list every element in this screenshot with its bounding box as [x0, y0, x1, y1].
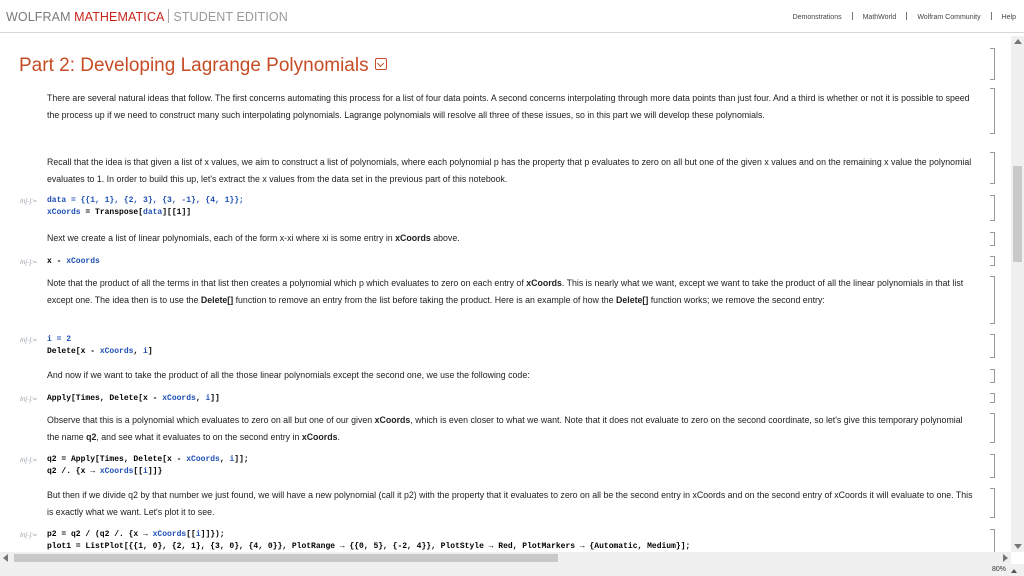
brand-logo: WOLFRAM MATHEMATICA STUDENT EDITION — [6, 9, 288, 24]
cell-bracket[interactable] — [990, 413, 995, 443]
brand-wolfram: WOLFRAM — [6, 10, 71, 24]
cell-bracket[interactable] — [990, 195, 995, 221]
input-cell-delete[interactable]: i = 2 Delete[x - xCoords, i] — [47, 334, 153, 358]
link-divider — [990, 12, 992, 20]
input-label: In[-]:= — [20, 457, 37, 464]
cell-bracket[interactable] — [990, 334, 995, 358]
text-cell-recall[interactable]: Recall that the idea is that given a lis… — [47, 154, 977, 188]
scroll-right-icon[interactable] — [1003, 554, 1008, 562]
link-help[interactable]: Help — [1002, 14, 1016, 21]
input-label: In[-]:= — [20, 337, 37, 344]
input-label: In[-]:= — [20, 532, 37, 539]
input-label: In[-]:= — [20, 396, 37, 403]
cell-bracket[interactable] — [990, 48, 995, 80]
section-title: Part 2: Developing Lagrange Polynomials — [19, 55, 387, 77]
cell-bracket[interactable] — [990, 393, 995, 403]
text-cell-now[interactable]: And now if we want to take the product o… — [47, 367, 977, 384]
input-cell-plot[interactable]: p2 = q2 / (q2 /. {x → xCoords[[i]]}); pl… — [47, 529, 690, 552]
scroll-down-icon[interactable] — [1014, 544, 1022, 549]
text-cell-product[interactable]: Note that the product of all the terms i… — [47, 275, 977, 309]
code-line: Delete[x - xCoords, i] — [47, 347, 153, 356]
brand-edition: STUDENT EDITION — [173, 10, 288, 24]
code-line: xCoords = Transpose[data][[1]] — [47, 208, 192, 217]
input-cell-q2[interactable]: q2 = Apply[Times, Delete[x - xCoords, i]… — [47, 454, 249, 478]
input-cell-data[interactable]: data = {{1, 1}, {2, 3}, {3, -1}, {4, 1}}… — [47, 195, 244, 219]
code-line: plot1 = ListPlot[{{1, 0}, {2, 1}, {3, 0}… — [47, 542, 691, 551]
text-cell-divide[interactable]: But then if we divide q2 by that number … — [47, 487, 977, 521]
text-cell-linear[interactable]: Next we create a list of linear polynomi… — [47, 230, 977, 247]
brand-mathematica: MATHEMATICA — [74, 10, 165, 24]
notebook-area[interactable]: Part 2: Developing Lagrange Polynomials … — [0, 36, 1011, 552]
link-mathworld[interactable]: MathWorld — [863, 14, 897, 21]
code-line: p2 = q2 / (q2 /. {x → xCoords[[i]]}); — [47, 530, 225, 539]
cell-bracket[interactable] — [990, 152, 995, 184]
zoom-level[interactable]: 80% — [992, 566, 1006, 573]
scroll-left-icon[interactable] — [3, 554, 8, 562]
code-line: q2 /. {x → xCoords[[i]]} — [47, 467, 163, 476]
code-line: q2 = Apply[Times, Delete[x - xCoords, i]… — [47, 455, 249, 464]
input-cell-apply[interactable]: Apply[Times, Delete[x - xCoords, i]] — [47, 393, 220, 405]
input-label: In[-]:= — [20, 198, 37, 205]
cell-bracket[interactable] — [990, 488, 995, 518]
status-bar: 80% — [0, 564, 1024, 576]
text-cell-observe[interactable]: Observe that this is a polynomial which … — [47, 412, 977, 446]
code-line: i = 2 — [47, 335, 72, 344]
cell-bracket[interactable] — [990, 88, 995, 134]
brand-divider — [168, 9, 170, 23]
cell-bracket[interactable] — [990, 256, 995, 266]
vertical-scrollbar[interactable] — [1011, 36, 1024, 552]
code-line: data = {{1, 1}, {2, 3}, {3, -1}, {4, 1}}… — [47, 196, 244, 205]
zoom-menu-icon[interactable] — [1011, 569, 1017, 573]
text-cell-intro[interactable]: There are several natural ideas that fol… — [47, 90, 977, 124]
top-links: Demonstrations MathWorld Wolfram Community… — [793, 12, 1016, 21]
cell-bracket[interactable] — [990, 276, 995, 324]
link-wolfram-community[interactable]: Wolfram Community — [917, 14, 980, 21]
cell-bracket[interactable] — [990, 369, 995, 383]
chevron-down-icon[interactable] — [374, 58, 387, 70]
app-header: WOLFRAM MATHEMATICA STUDENT EDITION Demon… — [0, 0, 1024, 33]
link-divider — [906, 12, 908, 20]
scroll-up-icon[interactable] — [1014, 39, 1022, 44]
cell-bracket[interactable] — [990, 529, 995, 552]
section-title-text: Part 2: Developing Lagrange Polynomials — [19, 55, 369, 76]
horizontal-scroll-thumb[interactable] — [14, 554, 558, 562]
input-cell-linear-list[interactable]: x - xCoords — [47, 256, 100, 268]
input-label: In[-]:= — [20, 259, 37, 266]
link-divider — [851, 12, 853, 20]
horizontal-scrollbar[interactable] — [0, 552, 1011, 564]
cell-bracket[interactable] — [990, 454, 995, 478]
vertical-scroll-thumb[interactable] — [1013, 166, 1022, 262]
link-demonstrations[interactable]: Demonstrations — [793, 14, 842, 21]
cell-bracket[interactable] — [990, 232, 995, 246]
